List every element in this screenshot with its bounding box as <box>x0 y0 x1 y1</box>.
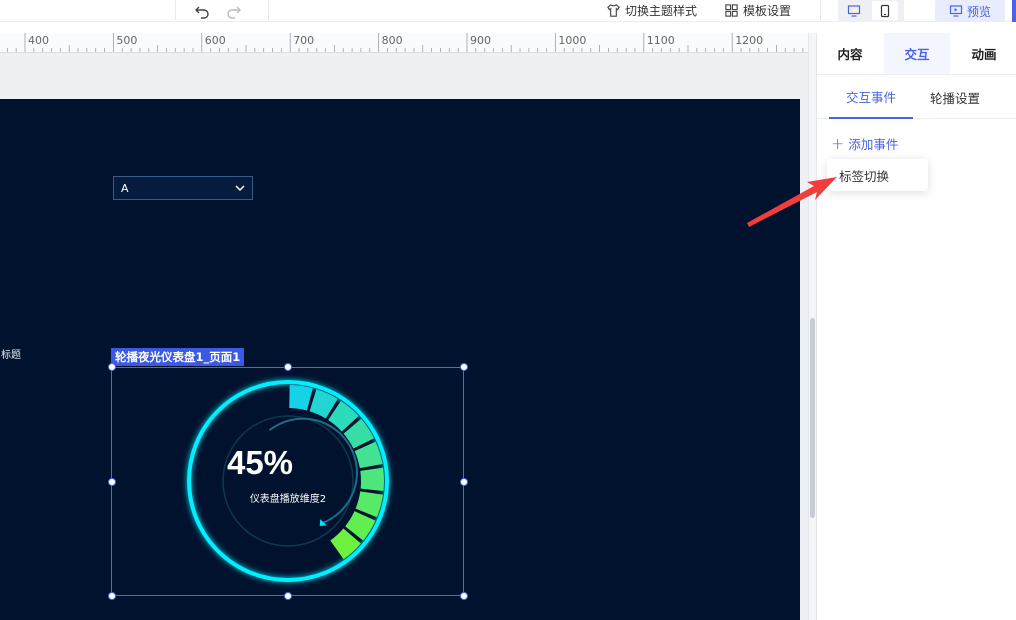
phone-icon <box>880 4 890 17</box>
scrollbar-thumb[interactable] <box>810 318 815 518</box>
ruler-label: 900 <box>470 34 491 47</box>
add-event-label: 添加事件 <box>848 137 899 152</box>
template-settings-label: 模板设置 <box>743 3 792 18</box>
ruler-label: 700 <box>293 34 314 47</box>
device-toggle <box>838 0 904 22</box>
ruler-label: 1000 <box>558 34 586 47</box>
resize-handle-bottom[interactable] <box>284 592 292 600</box>
switch-theme-label: 切换主题样式 <box>625 3 698 18</box>
menu-item-tab-switch[interactable]: 标签切换 <box>839 166 889 185</box>
shirt-icon <box>607 3 620 17</box>
gauge-value: 45% <box>226 444 294 481</box>
toolbar-divider <box>175 0 176 20</box>
template-icon <box>725 3 738 17</box>
ruler-label: 1200 <box>735 34 763 47</box>
add-event-button[interactable]: + 添加事件 <box>831 134 898 153</box>
preview-icon <box>949 5 963 17</box>
resize-handle-top-right[interactable] <box>460 363 468 371</box>
tab-interaction[interactable]: 交互 <box>884 33 950 74</box>
toolbar-divider <box>268 0 269 20</box>
panel-subtabs: 交互事件 轮播设置 <box>817 76 1016 119</box>
preview-button[interactable]: 预览 <box>935 0 1005 22</box>
tab-content[interactable]: 内容 <box>817 33 883 74</box>
switch-theme-button[interactable]: 切换主题样式 <box>606 0 697 20</box>
ruler-ticks: 400 500 600 700 800 900 1000 1100 1200 <box>6 33 804 52</box>
ruler-label: 400 <box>28 34 49 47</box>
horizontal-ruler: 400 500 600 700 800 900 1000 1100 1200 <box>0 33 808 53</box>
undo-icon[interactable] <box>193 2 211 20</box>
properties-panel: 内容 交互 动画 交互事件 轮播设置 + 添加事件 <box>816 33 1016 620</box>
resize-handle-top-left[interactable] <box>108 363 116 371</box>
annotation-arrow-shape <box>747 177 837 227</box>
subtab-carousel-settings[interactable]: 轮播设置 <box>917 76 993 118</box>
redo-icon[interactable] <box>225 2 243 20</box>
desktop-view-button[interactable] <box>841 1 867 20</box>
ruler-label: 800 <box>382 34 403 47</box>
top-toolbar: 切换主题样式 模板设置 预览 <box>0 0 1016 22</box>
dropdown-value: A <box>121 181 129 195</box>
ruler-label: 500 <box>116 34 137 47</box>
toolbar-divider <box>820 0 821 20</box>
ruler-label: 600 <box>205 34 226 47</box>
toolbar-edge-accent <box>1012 0 1016 22</box>
preview-label: 预览 <box>966 4 991 19</box>
ruler-label: 1100 <box>647 34 675 47</box>
subtab-interaction-events[interactable]: 交互事件 <box>829 76 913 119</box>
stage-title-text: 标题 <box>1 350 21 361</box>
tab-animation[interactable]: 动画 <box>951 33 1016 74</box>
selected-widget-label: 轮播夜光仪表盘1_页面1 <box>111 348 245 366</box>
resize-handle-bottom-left[interactable] <box>108 592 116 600</box>
annotation-arrow-icon <box>747 177 837 227</box>
resize-handle-top[interactable] <box>284 363 292 371</box>
tab-select-dropdown[interactable]: A <box>113 176 253 200</box>
mobile-view-button[interactable] <box>872 1 898 20</box>
app-root: 切换主题样式 模板设置 预览 400 500 600 700 800 900 1000 110… <box>0 0 1016 620</box>
gauge-segment <box>289 385 313 411</box>
chevron-down-icon <box>235 185 245 192</box>
resize-handle-left[interactable] <box>108 478 116 486</box>
resize-handle-right[interactable] <box>460 478 468 486</box>
resize-handle-bottom-right[interactable] <box>460 592 468 600</box>
gauge-segment <box>360 467 384 492</box>
template-settings-button[interactable]: 模板设置 <box>724 0 791 20</box>
panel-tabs: 内容 交互 动画 <box>817 33 1016 75</box>
plus-icon: + <box>831 133 845 153</box>
monitor-icon <box>847 4 861 17</box>
gauge-subtitle: 仪表盘播放维度2 <box>249 494 327 505</box>
canvas-scrollbar[interactable] <box>808 33 816 620</box>
